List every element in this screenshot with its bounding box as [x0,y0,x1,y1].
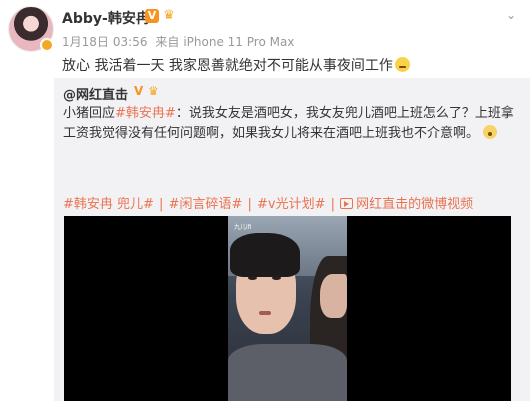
hashtag-row: #韩安冉 兜儿# | #闲言碎语# | #v光计划# | 网红直击的微博视频 [63,197,474,212]
video-person-secondary-face [320,274,347,318]
post-text: 放心 我活着一天 我家恩善就绝对不可能从事夜间工作 [62,55,410,75]
repost-text: 小猪回应#韩安冉#：说我女友是酒吧女，我女友兜儿酒吧上班怎么了？上班拿工资我觉得… [63,104,525,144]
video-person-mouth [259,311,271,315]
post-text-content: 放心 我活着一天 我家恩善就绝对不可能从事夜间工作 [62,58,393,74]
post-meta: 1月18日 03:56 来自 iPhone 11 Pro Max [62,33,298,50]
repost-card[interactable]: @网红直击 V ♛ 小猪回应#韩安冉#：说我女友是酒吧女，我女友兜儿酒吧上班怎么… [54,78,530,401]
vip-v-icon: V [145,9,159,23]
video-person-hair [230,233,300,277]
video-person-eye [248,276,257,280]
hashtag-link[interactable]: #v光计划# [257,197,325,212]
source-device[interactable]: iPhone 11 Pro Max [183,35,294,49]
post-time[interactable]: 03:56 [113,35,148,49]
video-overlay-label: 九儿ifi [234,224,252,231]
verified-badge-icon [40,38,54,52]
repost-crown-icon: ♛ [148,84,159,98]
video-person-eye [272,276,281,280]
video-frame: 九儿ifi [228,216,347,401]
repost-vip-v-icon: V [134,84,144,98]
post-date[interactable]: 1月18日 [62,35,109,49]
hashtag-link[interactable]: #韩安冉 兜儿# [63,197,154,212]
video-person-body [228,344,347,401]
source-prefix: 来自 [155,35,180,49]
chevron-down-icon[interactable]: ⌄ [504,8,518,22]
reply-prefix: 小猪回应 [63,106,116,121]
surprised-emoji-icon [483,125,498,139]
author-name[interactable]: Abby-韩安冉 [62,8,150,28]
video-icon [340,198,354,209]
hashtag-link[interactable]: #闲言碎语# [169,197,243,212]
reply-hashtag-link[interactable]: #韩安冉# [115,106,176,121]
weibo-post: Abby-韩安冉 V ♛ ⌄ 1月18日 03:56 来自 iPhone 11 Pr… [0,0,530,401]
crown-icon: ♛ [163,8,175,23]
repost-author[interactable]: @网红直击 [63,84,128,103]
smile-emoji-icon [394,57,410,72]
video-player[interactable]: 九儿ifi [64,216,511,401]
video-source-link[interactable]: 网红直击的微博视频 [356,197,473,212]
